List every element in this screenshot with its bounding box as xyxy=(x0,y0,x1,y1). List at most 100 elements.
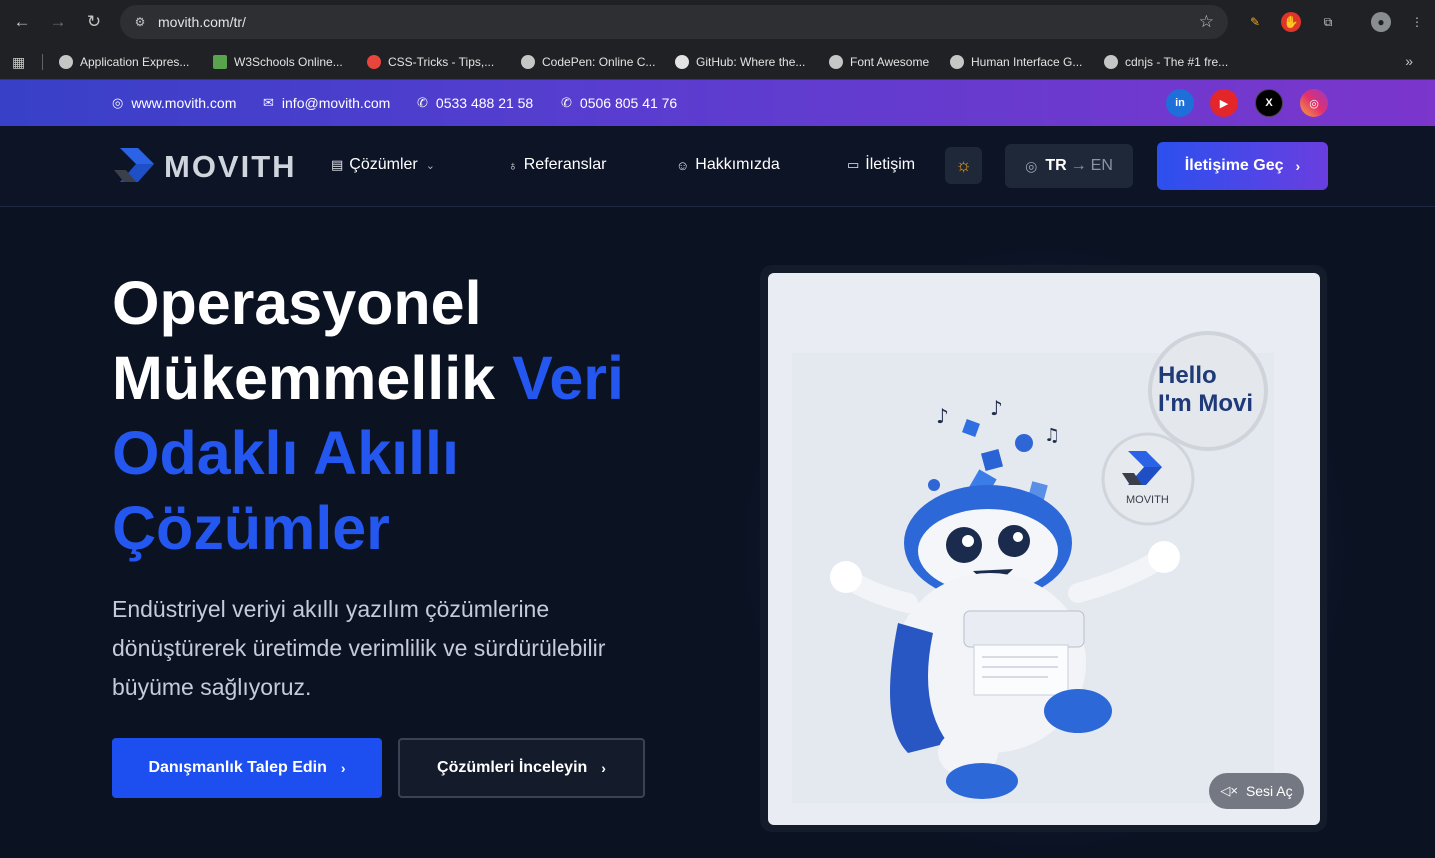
theme-toggle-button[interactable]: ☼ xyxy=(945,147,982,184)
chevron-right-icon: › xyxy=(340,760,346,776)
bookmark-label: Font Awesome xyxy=(850,55,930,69)
nav-about-label: Hakkımızda xyxy=(695,156,780,173)
phone1-link[interactable]: ✆ 0533 488 21 58 xyxy=(417,95,533,111)
logo-text: MOVITH xyxy=(164,149,297,184)
pen-extension-icon[interactable]: ✎ xyxy=(1245,12,1265,32)
bookmarks-overflow-icon[interactable]: » xyxy=(1405,53,1413,69)
hero-title-line1: Operasyonel xyxy=(112,269,482,337)
website-text: www.movith.com xyxy=(131,95,237,111)
forward-icon[interactable]: → xyxy=(46,10,70,34)
language-switch[interactable]: ◎ TR → EN xyxy=(1005,144,1133,188)
bubble-line2: I'm Movi xyxy=(1158,390,1253,417)
css-tricks-icon xyxy=(367,55,381,69)
phone2-text: 0506 805 41 76 xyxy=(579,95,678,111)
bookmark-label: cdnjs - The #1 fre... xyxy=(1125,55,1229,69)
back-icon[interactable]: ← xyxy=(10,10,34,34)
bookmark-label: W3Schools Online... xyxy=(234,55,343,69)
globe-icon xyxy=(950,55,964,69)
phone-icon: ✆ xyxy=(417,95,428,110)
bookmark-star-icon[interactable]: ☆ xyxy=(1199,12,1214,32)
globe-icon: ◎ xyxy=(112,95,124,110)
hero-title-accent: Odaklı Akıllı xyxy=(112,419,459,487)
extensions-icon[interactable]: ⧉ xyxy=(1318,12,1338,32)
bubble-line1: Hello xyxy=(1158,362,1217,389)
explore-solutions-button[interactable]: Çözümleri İnceleyin › xyxy=(398,738,645,798)
reload-icon[interactable]: ↻ xyxy=(82,10,106,34)
mail-icon: ✉ xyxy=(263,95,274,110)
mute-icon: ◁× xyxy=(1220,783,1238,798)
site-info-icon[interactable]: ⚙ xyxy=(130,12,150,32)
bookmark-item[interactable]: cdnjs - The #1 fre... xyxy=(1104,53,1228,71)
svg-text:♪: ♪ xyxy=(936,404,949,428)
lang-alternative: EN xyxy=(1090,157,1113,174)
nav-about[interactable]: ☺ Hakkımızda xyxy=(676,156,780,174)
bookmark-label: Human Interface G... xyxy=(971,55,1083,69)
robot-mascot-illustration: ♪ ♪ ♫ Hello I'm Movi MOVITH xyxy=(792,331,1274,803)
bookmark-item[interactable]: Font Awesome xyxy=(829,53,929,71)
globe-icon xyxy=(521,55,535,69)
consultation-button[interactable]: Danışmanlık Talep Edin › xyxy=(112,738,382,798)
globe-icon xyxy=(1104,55,1118,69)
apps-grid-icon[interactable]: ▦ xyxy=(12,54,28,70)
bookmark-item[interactable]: GitHub: Where the... xyxy=(675,53,805,71)
phone2-link[interactable]: ✆ 0506 805 41 76 xyxy=(561,95,677,111)
sound-toggle-label: Sesi Aç xyxy=(1245,783,1293,799)
globe-icon xyxy=(59,55,73,69)
bookmark-item[interactable]: CodePen: Online C... xyxy=(521,53,655,71)
browser-toolbar: ← → ↻ ⚙ movith.com/tr/ ☆ ✎ ✋ ⧉ ● ⋮ xyxy=(0,0,1435,44)
chat-icon: ▭ xyxy=(847,157,860,172)
github-icon xyxy=(675,55,689,69)
sound-toggle-button[interactable]: ◁× Sesi Aç xyxy=(1209,773,1304,809)
phone1-text: 0533 488 21 58 xyxy=(435,95,534,111)
nav-contact-label: İletişim xyxy=(865,156,916,173)
x-icon[interactable]: X xyxy=(1255,89,1283,117)
profile-avatar[interactable]: ● xyxy=(1371,12,1391,32)
bookmarks-divider xyxy=(42,54,43,70)
bookmarks-bar: ▦ Application Expres... W3Schools Online… xyxy=(0,44,1435,80)
linkedin-icon[interactable]: in xyxy=(1166,89,1194,117)
hero-title-line2: Mükemmellik xyxy=(112,344,496,412)
users-icon: ☺ xyxy=(676,157,690,173)
hero-title-accent: Veri xyxy=(512,344,624,412)
badge-text: MOVITH xyxy=(1126,494,1169,506)
adblock-extension-icon[interactable]: ✋ xyxy=(1281,12,1301,32)
chevron-down-icon: ⌄ xyxy=(425,159,435,172)
bookmark-label: GitHub: Where the... xyxy=(696,55,806,69)
mascot-video[interactable]: ♪ ♪ ♫ Hello I'm Movi MOVITH xyxy=(768,273,1320,825)
nav-contact[interactable]: ▭ İletişim xyxy=(847,156,915,174)
hero-title: Operasyonel Mükemmellik Veri Odaklı Akıl… xyxy=(112,266,672,566)
consultation-label: Danışmanlık Talep Edin xyxy=(148,759,327,776)
nav-references-label: Referanslar xyxy=(523,156,607,173)
hero-description: Endüstriyel veriyi akıllı yazılım çözüml… xyxy=(112,596,606,700)
browser-menu-icon[interactable]: ⋮ xyxy=(1407,12,1427,32)
youtube-icon[interactable]: ▶ xyxy=(1210,89,1238,117)
lang-arrow: → xyxy=(1070,157,1087,174)
svg-text:♪: ♪ xyxy=(990,396,1003,420)
bookmark-item[interactable]: CSS-Tricks - Tips,... xyxy=(367,53,494,71)
bookmark-label: CodePen: Online C... xyxy=(542,55,656,69)
address-bar[interactable]: ⚙ movith.com/tr/ ☆ xyxy=(120,5,1228,39)
explore-solutions-label: Çözümleri İnceleyin xyxy=(437,759,588,776)
sun-icon: ☼ xyxy=(955,155,972,175)
contact-cta-button[interactable]: İletişime Geç › xyxy=(1157,142,1328,190)
website-link[interactable]: ◎ www.movith.com xyxy=(112,95,236,111)
bookmark-item[interactable]: Application Expres... xyxy=(59,53,189,71)
movith-logo-icon xyxy=(114,148,154,182)
instagram-icon[interactable]: ◎ xyxy=(1300,89,1328,117)
logo[interactable]: MOVITH xyxy=(112,144,297,190)
chevron-right-icon: › xyxy=(1295,158,1301,174)
bookmark-item[interactable]: W3Schools Online... xyxy=(213,53,343,71)
chevron-right-icon: › xyxy=(601,760,606,776)
hero-title-accent: Çözümler xyxy=(112,494,390,562)
email-link[interactable]: ✉ info@movith.com xyxy=(263,95,390,111)
globe-icon xyxy=(829,55,843,69)
w3schools-icon xyxy=(213,55,227,69)
email-text: info@movith.com xyxy=(281,95,391,111)
briefcase-icon: ▤ xyxy=(331,157,344,172)
url-text[interactable]: movith.com/tr/ xyxy=(158,14,246,30)
bookmark-label: Application Expres... xyxy=(80,55,190,69)
nav-references[interactable]: ♁ Referanslar xyxy=(508,156,606,174)
nav-solutions[interactable]: ▤ Çözümler ⌄ xyxy=(331,156,435,174)
main-navbar: MOVITH ▤ Çözümler ⌄ ♁ Referanslar ☺ Hakkımız… xyxy=(0,126,1435,207)
bookmark-item[interactable]: Human Interface G... xyxy=(950,53,1082,71)
